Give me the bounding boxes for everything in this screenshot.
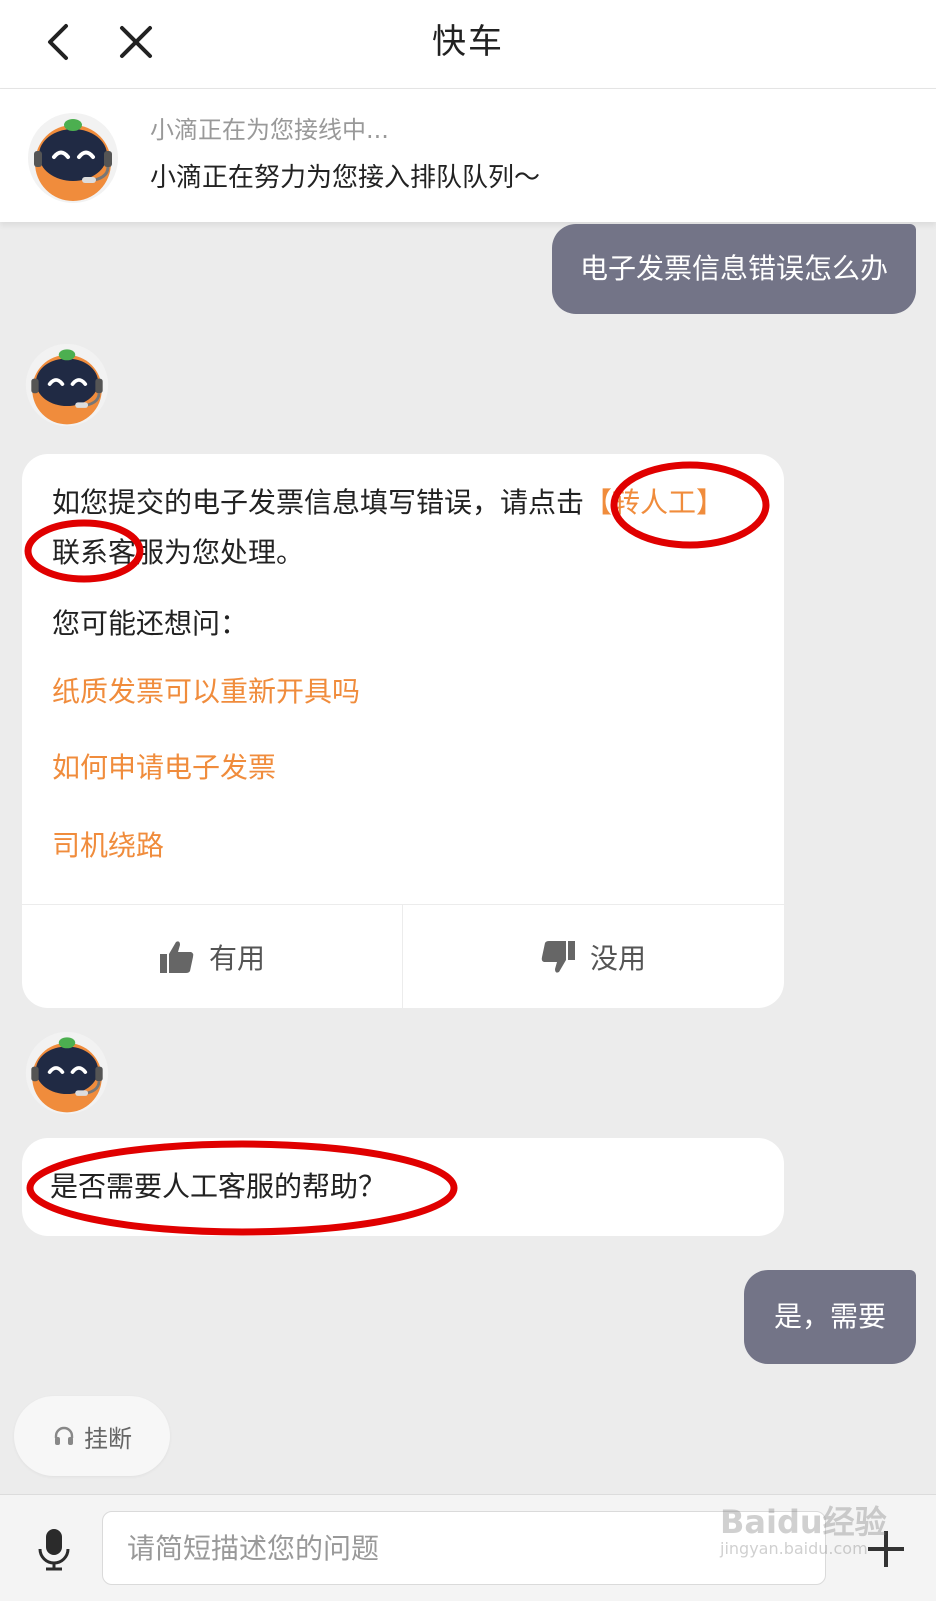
hangup-button[interactable]: 挂断	[14, 1396, 170, 1476]
top-bar: 快车	[0, 0, 936, 89]
user-message-bubble: 是，需要	[743, 1270, 916, 1364]
watermark: Baidu经验 jingyan.baidu.com	[720, 1504, 887, 1558]
robot-avatar-icon	[25, 1031, 109, 1115]
useless-label: 没用	[589, 942, 646, 975]
feedback-bar: 有用 没用	[22, 904, 784, 1008]
answer-text-after: 联系客服为您处理。	[52, 536, 305, 569]
hangup-label: 挂断	[84, 1424, 132, 1453]
useful-label: 有用	[208, 942, 265, 975]
transfer-to-agent-link[interactable]: 【转人工】	[584, 486, 724, 519]
page-title: 快车	[432, 22, 504, 62]
bot-question-text: 是否需要人工客服的帮助？	[50, 1170, 387, 1203]
status-message: 小滴正在努力为您接入排队队列～	[150, 163, 541, 193]
message-input[interactable]: 请简短描述您的问题	[102, 1511, 826, 1585]
thumbs-down-icon	[541, 941, 575, 973]
bot-answer-card: 如您提交的电子发票信息填写错误，请点击【转人工】联系客服为您处理。 您可能还想问…	[22, 454, 784, 1008]
headset-icon	[54, 1426, 74, 1445]
robot-avatar-icon	[25, 343, 109, 427]
bot-question-card: 是否需要人工客服的帮助？	[22, 1138, 784, 1236]
watermark-sub: jingyan.baidu.com	[720, 1539, 868, 1558]
user-message-bubble: 电子发票信息错误怎么办	[551, 224, 916, 314]
watermark-text: Baidu经验	[720, 1503, 887, 1541]
related-question-link[interactable]: 纸质发票可以重新开具吗	[52, 672, 360, 712]
connecting-status-panel: 小滴正在为您接线中... 小滴正在努力为您接入排队队列～	[0, 89, 936, 222]
microphone-icon[interactable]	[30, 1525, 78, 1573]
useless-button[interactable]: 没用	[403, 905, 783, 1008]
related-question-link[interactable]: 如何申请电子发票	[52, 748, 276, 788]
useful-button[interactable]: 有用	[22, 905, 403, 1008]
related-questions-label: 您可能还想问：	[52, 607, 249, 640]
status-subtitle: 小滴正在为您接线中...	[150, 116, 389, 144]
thumbs-up-icon	[159, 941, 194, 973]
related-question-link[interactable]: 司机绕路	[52, 826, 164, 866]
bot-answer-text: 如您提交的电子发票信息填写错误，请点击【转人工】联系客服为您处理。	[52, 478, 752, 578]
answer-text-before: 如您提交的电子发票信息填写错误，请点击	[52, 486, 585, 519]
robot-avatar-icon	[28, 113, 118, 203]
